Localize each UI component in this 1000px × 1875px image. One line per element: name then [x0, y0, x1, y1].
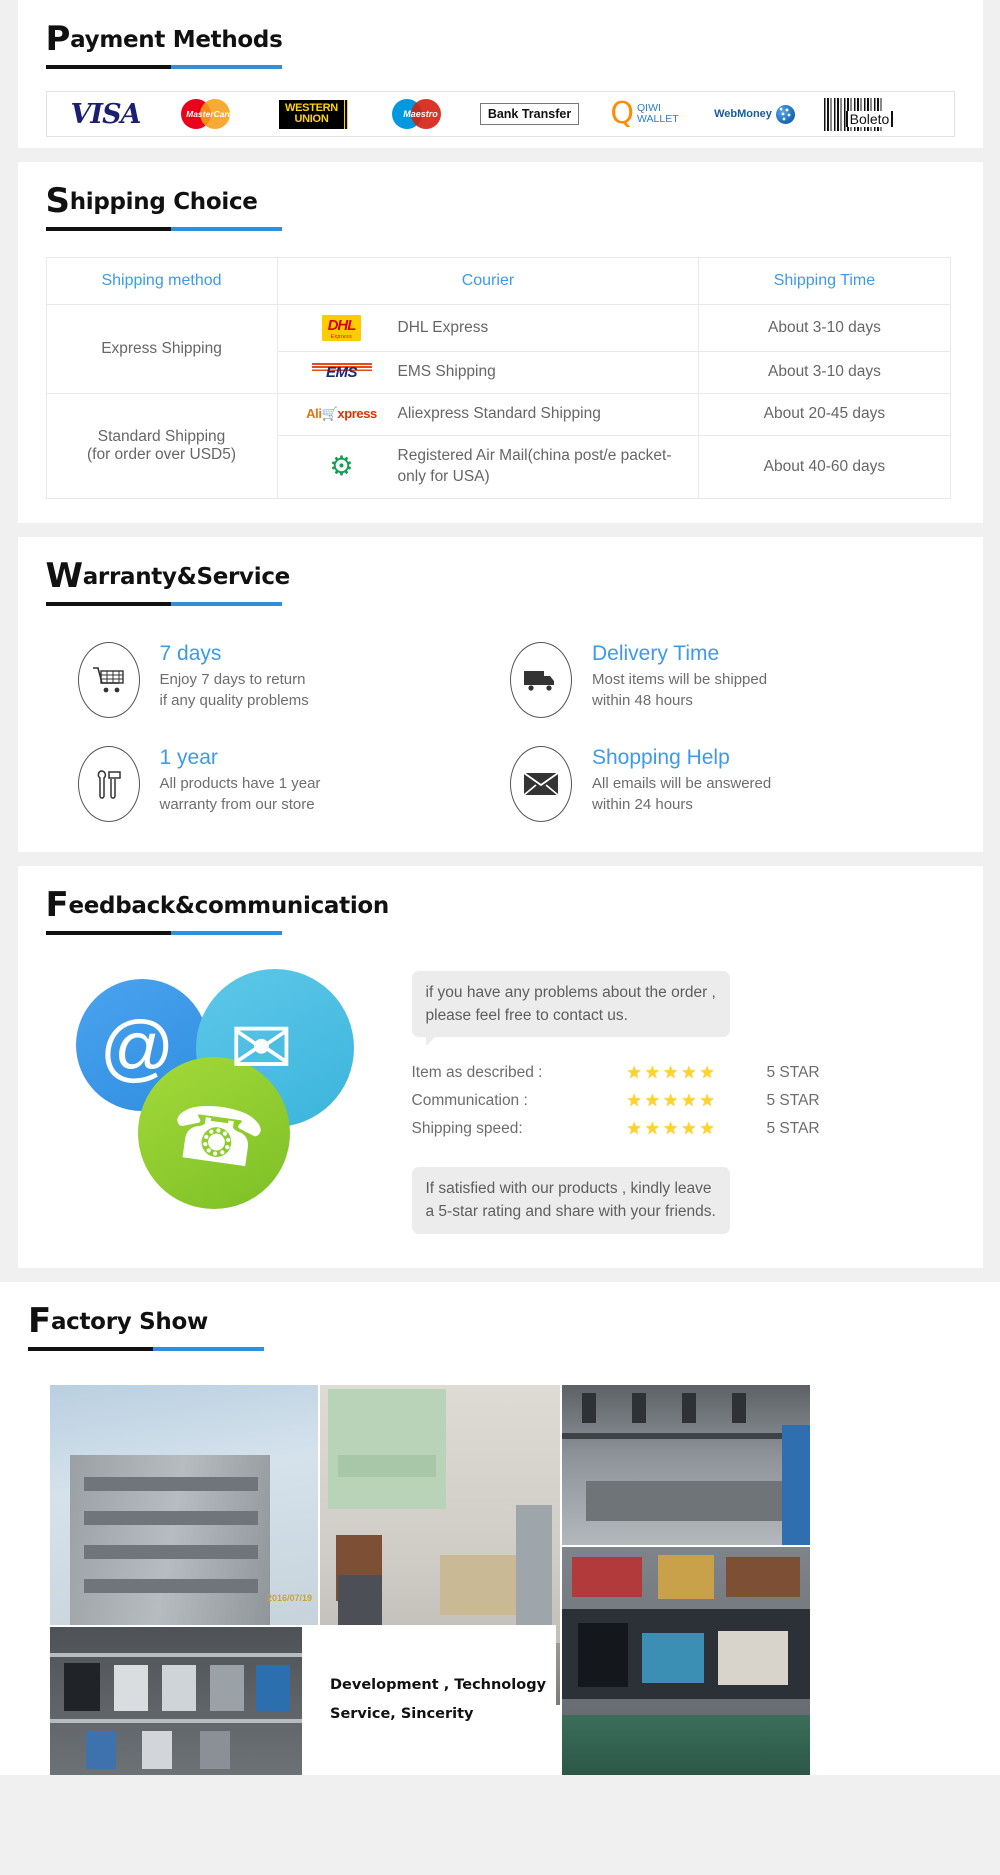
feedback-communication-section: Feedback&communication @ ✉ ☎ if you have… — [17, 865, 983, 1268]
star-rating-icon: ★ ★ ★ ★ ★ — [626, 1063, 715, 1083]
product-description-page: Payment Methods VISA MasterCard WESTERN U… — [0, 0, 1000, 1775]
courier-dhl: DHL Express DHL Express — [276, 304, 700, 352]
shipping-table: Shipping method Courier Shipping Time Ex… — [45, 257, 951, 499]
table-header-row: Shipping method Courier Shipping Time — [45, 257, 951, 305]
feedback-heading: Feedback&communication — [18, 866, 983, 935]
header-courier: Courier — [276, 257, 700, 305]
product-showcase-photo — [50, 1626, 302, 1775]
ratings-list: Item as described : ★ ★ ★ ★ ★ 5 STAR Communi… — [412, 1063, 953, 1139]
dhl-logo: DHL Express — [300, 315, 384, 341]
phone-icon: ☎ — [164, 1087, 270, 1185]
shopping-cart-icon — [77, 641, 140, 718]
payment-title-rule — [45, 65, 282, 69]
china-post-logo: ⚙ — [329, 451, 354, 483]
warranty-items-grid: 7 days Enjoy 7 days to return if any qua… — [77, 641, 923, 822]
factory-photo-grid: 2016/07/19 Development , Technology Serv… — [28, 1375, 968, 1775]
qiwi-q-icon: Q — [610, 96, 634, 131]
production-line-photo — [562, 1384, 810, 1545]
western-union-logo: WESTERN UNION — [255, 91, 373, 137]
envelope-icon — [510, 745, 572, 822]
contact-bubbles-graphic: @ ✉ ☎ — [48, 959, 408, 1209]
photo-watermark: 2016/07/19 — [266, 1592, 312, 1603]
payment-logo-strip: VISA MasterCard WESTERN UNION Maestro Ban… — [45, 91, 955, 137]
at-sign-icon: @ — [99, 1005, 175, 1089]
time-ems: About 3-10 days — [698, 351, 951, 394]
payment-methods-section: Payment Methods VISA MasterCard WESTERN U… — [17, 0, 983, 148]
shipping-heading: Shipping Choice — [18, 162, 983, 231]
webmoney-logo: WebMoney — [699, 91, 811, 137]
assembly-bench-photo — [562, 1546, 810, 1775]
warranty-service-section: Warranty&Service 7 days Enjoy 7 days to … — [17, 536, 983, 852]
payment-title-capital: P — [45, 19, 71, 59]
delivery-truck-icon — [510, 641, 572, 718]
rating-row-communication: Communication : ★ ★ ★ ★ ★ 5 STAR — [411, 1091, 820, 1111]
factory-show-section: Factory Show 2016/07/19 Development , Te… — [0, 1281, 1000, 1775]
payment-title-rest: ayment Methods — [70, 27, 283, 53]
shipping-choice-section: Shipping Choice Shipping method Courier … — [17, 162, 983, 523]
courier-china-post: ⚙ Registered Air Mail(china post/e packe… — [276, 434, 700, 499]
payment-title: Payment Methods — [46, 22, 983, 56]
warranty-item-shopping-help: Shopping Help All emails will be answere… — [510, 745, 923, 822]
shipping-title-rule — [45, 227, 282, 231]
courier-aliexpress: Ali🛒xpress Aliexpress Standard Shipping — [276, 392, 700, 436]
warranty-title-text: Delivery Time — [592, 641, 720, 665]
warranty-item-7-days: 7 days Enjoy 7 days to return if any qua… — [77, 641, 491, 718]
courier-ems: EMS EMS Shipping — [276, 351, 700, 394]
table-row: Express Shipping DHL Express DHL Express … — [45, 304, 951, 394]
factory-heading: Factory Show — [0, 1282, 1000, 1351]
mastercard-logo: MasterCard — [165, 91, 255, 137]
visa-logo: VISA — [70, 98, 141, 130]
warranty-title-text: 7 days — [159, 641, 222, 665]
time-aliexpress: About 20-45 days — [698, 392, 951, 436]
shipping-title: Shipping Choice — [45, 181, 258, 221]
tools-icon — [77, 745, 140, 822]
method-standard-shipping: Standard Shipping (for order over USD5) — [45, 392, 278, 499]
webmoney-globe-icon — [775, 104, 795, 124]
factory-caption: Development , Technology Service, Sincer… — [306, 1624, 556, 1775]
rating-request-message: If satisfied with our products , kindly … — [411, 1167, 730, 1234]
rating-row-item-as-described: Item as described : ★ ★ ★ ★ ★ 5 STAR — [411, 1063, 820, 1083]
payment-heading: Payment Methods — [18, 0, 983, 69]
header-shipping-method: Shipping method — [45, 257, 278, 305]
factory-building-photo: 2016/07/19 — [50, 1384, 318, 1625]
mastercard-label: MasterCard — [186, 109, 233, 119]
warranty-title-text: 1 year — [159, 745, 218, 769]
warranty-title-rule — [45, 601, 282, 606]
maestro-label: Maestro — [403, 109, 438, 119]
warranty-title-text: Shopping Help — [592, 745, 730, 769]
time-dhl: About 3-10 days — [698, 304, 951, 352]
rating-row-shipping-speed: Shipping speed: ★ ★ ★ ★ ★ 5 STAR — [411, 1119, 820, 1139]
warranty-heading: Warranty&Service — [18, 537, 983, 606]
qiwi-wallet-logo: Q QIWI WALLET — [610, 96, 679, 131]
time-china-post: About 40-60 days — [698, 434, 951, 499]
table-row: Standard Shipping (for order over USD5) … — [45, 392, 951, 499]
factory-title: Factory Show — [28, 1300, 208, 1341]
boleto-logo: Boleto — [811, 91, 907, 137]
contact-bubble-message: if you have any problems about the order… — [411, 970, 730, 1046]
warranty-item-1-year: 1 year All products have 1 year warranty… — [77, 745, 491, 822]
star-rating-icon: ★ ★ ★ ★ ★ — [626, 1091, 715, 1111]
warranty-item-delivery-time: Delivery Time Most items will be shipped… — [510, 641, 923, 718]
envelope-icon: ✉ — [229, 1005, 294, 1091]
feedback-title: Feedback&communication — [45, 884, 390, 925]
feedback-title-rule — [45, 930, 282, 935]
warranty-title: Warranty&Service — [45, 555, 291, 596]
header-shipping-time: Shipping Time — [698, 257, 951, 305]
ems-logo: EMS — [300, 363, 384, 381]
maestro-logo: Maestro — [373, 91, 469, 137]
aliexpress-logo: Ali🛒xpress — [306, 406, 377, 422]
method-express-shipping: Express Shipping — [45, 304, 278, 394]
factory-title-rule — [28, 1346, 264, 1351]
bank-transfer-logo: Bank Transfer — [469, 91, 591, 137]
star-rating-icon: ★ ★ ★ ★ ★ — [626, 1119, 715, 1139]
